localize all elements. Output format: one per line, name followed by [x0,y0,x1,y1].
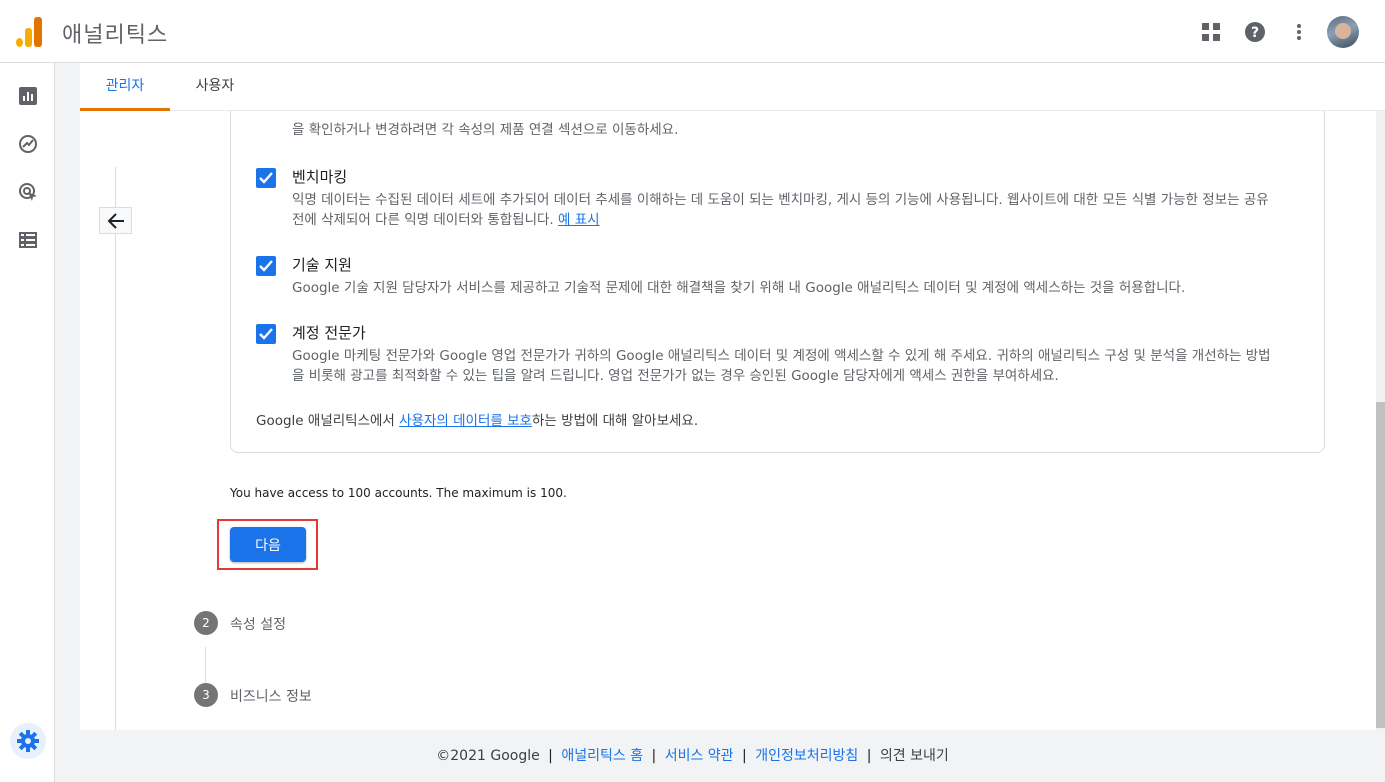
step-label: 속성 설정 [230,617,286,633]
account-specialist-desc: Google 마케팅 전문가와 Google 영업 전문가가 귀하의 Googl… [292,348,1271,384]
tech-support-desc: Google 기술 지원 담당자가 서비스를 제공하고 기술적 문제에 대한 해… [292,280,1186,296]
check-icon [259,172,273,184]
step-number: 2 [194,611,218,635]
send-feedback-link[interactable]: 의견 보내기 [880,748,949,764]
account-specialist-checkbox[interactable] [256,324,276,344]
svg-text:?: ? [1251,25,1259,41]
back-button[interactable] [99,207,132,234]
benchmarking-desc: 익명 데이터는 수집된 데이터 세트에 추가되어 데이터 추세를 이해하는 데 … [292,190,1282,230]
tech-support-checkbox[interactable] [256,256,276,276]
page-footer: ©2021 Google | 애널리틱스 홈 | 서비스 약관 | 개인정보처리… [436,748,949,764]
option-tech-support: 기술 지원 Google 기술 지원 담당자가 서비스를 제공하고 기술적 문제… [256,254,1296,304]
arrow-back-icon [107,212,124,229]
account-specialist-title: 계정 전문가 [292,324,366,342]
configure-icon[interactable] [14,226,42,254]
benchmarking-title: 벤치마킹 [292,168,348,186]
next-button[interactable]: 다음 [230,527,306,562]
data-protection-suffix: 하는 방법에 대해 알아보세요. [531,413,699,429]
reports-icon[interactable] [14,82,42,110]
app-title: 애널리틱스 [62,23,169,48]
more-vert-icon[interactable] [1277,14,1321,50]
top-app-bar: 애널리틱스 ? [0,0,1385,63]
benchmarking-desc-text: 익명 데이터는 수집된 데이터 세트에 추가되어 데이터 추세를 이해하는 데 … [292,192,1269,228]
option-account-specialist: 계정 전문가 Google 마케팅 전문가와 Google 영업 전문가가 귀하… [256,322,1296,392]
explore-icon[interactable] [14,130,42,158]
tab-user[interactable]: 사용자 [170,63,260,111]
stepper-line [115,167,116,730]
tech-support-title: 기술 지원 [292,256,352,274]
step-number: 3 [194,683,218,707]
data-protection-prefix: Google 애널리틱스에서 [256,413,400,429]
check-icon [259,328,273,340]
header-actions: ? [1189,14,1359,50]
advertising-icon[interactable] [14,178,42,206]
left-nav-rail [0,63,55,782]
check-icon [259,260,273,272]
tab-admin[interactable]: 관리자 [80,63,170,111]
terms-of-service-link[interactable]: 서비스 약관 [665,748,734,764]
benchmarking-checkbox[interactable] [256,168,276,188]
data-protection-link[interactable]: 사용자의 데이터를 보호 [399,413,532,429]
help-icon[interactable]: ? [1233,14,1277,50]
copyright-text: ©2021 Google [436,748,540,764]
account-setup-panel: 을 확인하거나 변경하려면 각 속성의 제품 연결 섹션으로 이동하세요. 벤치… [80,111,1376,730]
product-link-note: 을 확인하거나 변경하려면 각 속성의 제품 연결 섹션으로 이동하세요. [292,122,679,138]
step-connector [205,647,206,683]
data-protection-note: Google 애널리틱스에서 사용자의 데이터를 보호하는 방법에 대해 알아보… [256,409,698,429]
option-benchmarking: 벤치마킹 익명 데이터는 수집된 데이터 세트에 추가되어 데이터 추세를 이해… [256,166,1296,236]
account-quota-text: You have access to 100 accounts. The max… [230,486,567,500]
privacy-policy-link[interactable]: 개인정보처리방침 [755,748,858,764]
scrollbar-thumb[interactable] [1376,402,1385,728]
analytics-home-link[interactable]: 애널리틱스 홈 [561,748,643,764]
account-avatar[interactable] [1327,16,1359,48]
analytics-logo-icon[interactable] [16,17,42,47]
step-label: 비즈니스 정보 [230,689,312,705]
data-sharing-settings-card: 을 확인하거나 변경하려면 각 속성의 제품 연결 섹션으로 이동하세요. 벤치… [230,111,1325,453]
admin-tabs: 관리자 사용자 [80,63,1385,111]
apps-grid-icon[interactable] [1189,14,1233,50]
show-example-link[interactable]: 예 표시 [558,212,600,228]
